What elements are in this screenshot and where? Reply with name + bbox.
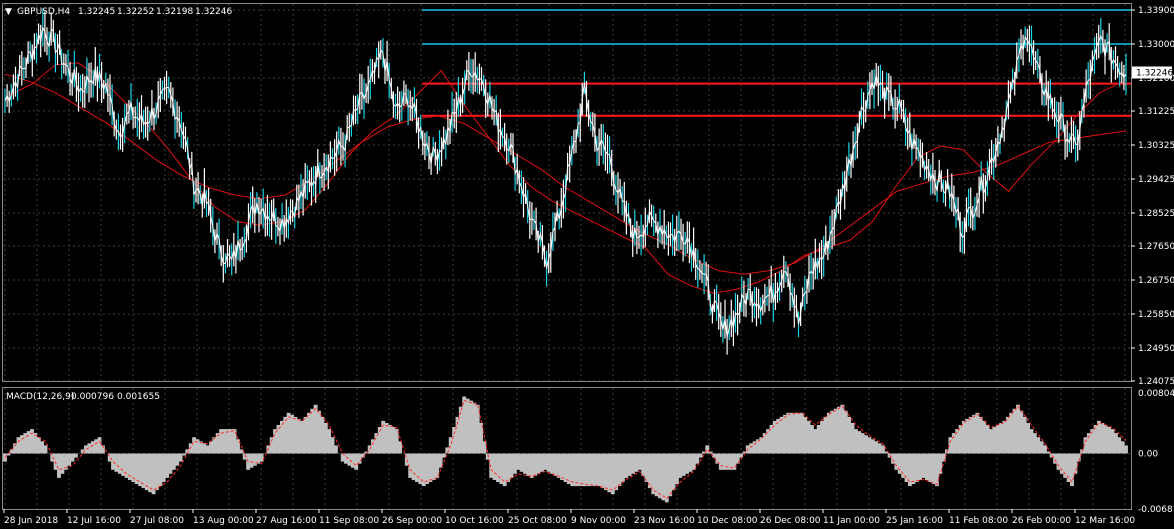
header-low: 1.32198 bbox=[156, 7, 193, 17]
time-tick-label: 25 Oct 08:00 bbox=[508, 516, 567, 526]
price-tick-label: 1.24950 bbox=[1138, 344, 1174, 354]
time-tick-label: 26 Dec 08:00 bbox=[760, 516, 821, 526]
price-tick-label: 1.28525 bbox=[1138, 209, 1174, 219]
symbol-header: ▼ GBPUSD,H4 1.32245 1.32252 1.32198 1.32… bbox=[5, 7, 232, 17]
time-tick-label: 28 Jun 2018 bbox=[4, 516, 58, 526]
time-tick-label: 12 Jul 16:00 bbox=[67, 516, 121, 526]
price-tick-label: 1.24075 bbox=[1138, 377, 1174, 387]
time-tick-label: 11 Sep 08:00 bbox=[319, 516, 379, 526]
header-arrow[interactable]: ▼ bbox=[5, 7, 12, 17]
time-tick-label: 27 Jul 08:00 bbox=[130, 516, 184, 526]
price-tick-label: 1.33000 bbox=[1138, 40, 1174, 50]
time-tick-label: 12 Mar 16:00 bbox=[1075, 516, 1135, 526]
macd-header: MACD(12,26,9) 0.000796 0.001655 bbox=[6, 392, 160, 402]
header-high: 1.32252 bbox=[117, 7, 154, 17]
time-tick-label: 10 Dec 08:00 bbox=[697, 516, 758, 526]
time-tick-label: 10 Oct 16:00 bbox=[445, 516, 504, 526]
price-tick-label: 1.31225 bbox=[1138, 107, 1174, 117]
time-tick-label: 13 Aug 00:00 bbox=[193, 516, 254, 526]
price-tick-label: 1.26750 bbox=[1138, 276, 1174, 286]
price-chart[interactable]: ▼ GBPUSD,H4 1.32245 1.32252 1.32198 1.32… bbox=[0, 0, 1174, 529]
time-tick-label: 27 Aug 16:00 bbox=[256, 516, 317, 526]
header-open: 1.32245 bbox=[78, 7, 115, 17]
price-tick-label: 1.29425 bbox=[1138, 175, 1174, 185]
macd-signal-value: 0.001655 bbox=[117, 392, 160, 402]
macd-value: 0.000796 bbox=[71, 392, 114, 402]
time-tick-label: 26 Feb 00:00 bbox=[1012, 516, 1071, 526]
price-tick-label: 1.30325 bbox=[1138, 141, 1174, 151]
time-tick-label: 23 Nov 16:00 bbox=[634, 516, 695, 526]
price-tick-label: 1.33900 bbox=[1138, 6, 1174, 16]
header-close: 1.32246 bbox=[195, 7, 232, 17]
macd-tick-label: 0.008047 bbox=[1138, 389, 1174, 399]
time-tick-label: 11 Feb 08:00 bbox=[949, 516, 1008, 526]
time-tick-label: 11 Jan 00:00 bbox=[823, 516, 880, 526]
current-price-tag: 1.32246 bbox=[1132, 66, 1173, 79]
macd-tick-label: -0.006819 bbox=[1138, 505, 1174, 515]
price-tick-label: 1.25850 bbox=[1138, 310, 1174, 320]
current-price-label: 1.32246 bbox=[1136, 69, 1173, 79]
time-tick-label: 26 Sep 00:00 bbox=[382, 516, 442, 526]
time-tick-label: 25 Jan 16:00 bbox=[886, 516, 943, 526]
macd-tick-label: 0.00 bbox=[1138, 449, 1158, 459]
time-tick-label: 9 Nov 00:00 bbox=[571, 516, 626, 526]
price-tick-label: 1.27650 bbox=[1138, 242, 1174, 252]
header-symbol: GBPUSD,H4 bbox=[17, 7, 70, 17]
macd-label: MACD(12,26,9) bbox=[6, 392, 74, 402]
